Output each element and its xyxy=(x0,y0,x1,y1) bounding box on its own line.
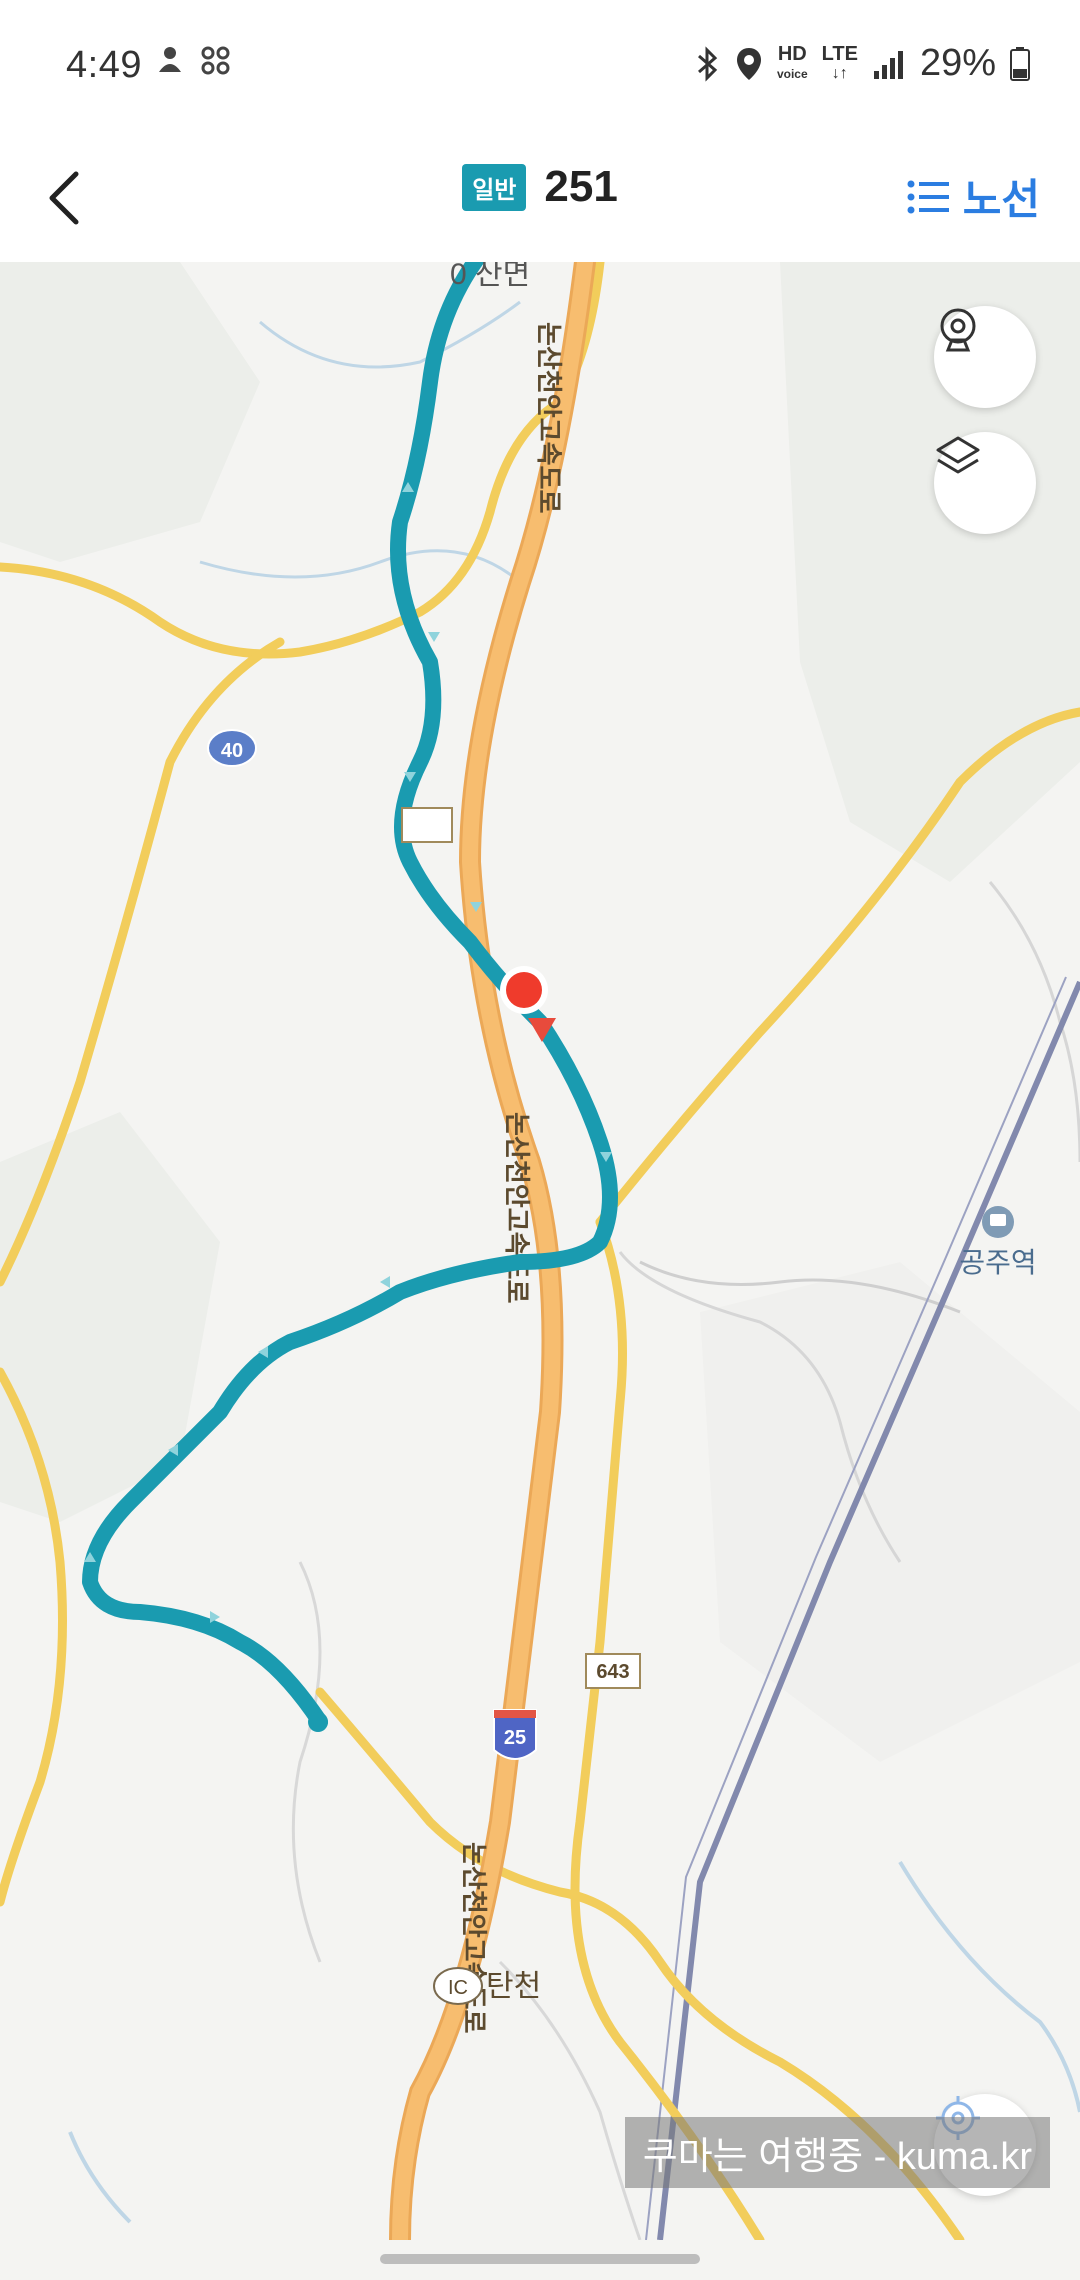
stream xyxy=(898,1860,1080,2113)
list-icon xyxy=(907,180,949,213)
bus-position-marker[interactable] xyxy=(500,966,556,1042)
route-type-badge: 일반 xyxy=(462,163,527,211)
hd-label: HD xyxy=(777,42,807,65)
user-icon xyxy=(159,47,181,72)
battery-icon xyxy=(1010,46,1030,81)
home-handle[interactable] xyxy=(380,2254,700,2264)
svg-text:25: 25 xyxy=(504,1727,526,1749)
grid-icon xyxy=(201,46,230,75)
status-bar: 4:49 HD voice LTE ↓↑ 29% xyxy=(0,0,1080,140)
voice-label: voice xyxy=(776,66,808,81)
bluetooth-icon xyxy=(697,45,718,82)
terrain-patch xyxy=(0,262,260,562)
shield-25: 25 xyxy=(493,1709,537,1760)
svg-text:IC: IC xyxy=(448,1977,468,1999)
app-bar: 일반 251 노선 xyxy=(0,140,1080,263)
status-right-icons: HD voice LTE ↓↑ 29% xyxy=(695,42,1030,85)
signal-icon xyxy=(873,50,903,79)
map-view[interactable]: 논산천안고속도로 논산천안고속도로 논산천안고속도로 40 25 643 공주역… xyxy=(0,262,1080,2240)
route-list-button[interactable]: 노선 xyxy=(907,166,1040,227)
minor-road xyxy=(498,1960,642,2240)
expressway xyxy=(389,262,596,2240)
minor-road xyxy=(988,881,1080,1163)
station-icon xyxy=(982,1206,1014,1238)
route-list-label: 노선 xyxy=(962,176,1040,223)
status-time: 4:49 xyxy=(66,44,142,86)
cctv-button[interactable] xyxy=(934,306,1036,408)
watermark: 쿠마는 여행중 - kuma.kr xyxy=(624,2117,1050,2188)
shield-40: 40 xyxy=(207,729,257,767)
hd-voice-icon: HD voice xyxy=(776,42,808,83)
road-marker xyxy=(401,807,453,843)
expressway-label: 논산천안고속도로 xyxy=(534,322,564,513)
stream xyxy=(259,300,521,369)
place-label: 탄천 xyxy=(486,1970,541,2003)
shield-643: 643 xyxy=(585,1653,641,1689)
cctv-icon xyxy=(940,308,976,352)
svg-text:643: 643 xyxy=(596,1661,629,1683)
top-place-label: 0 산면 xyxy=(450,262,530,291)
minor-road xyxy=(291,1561,322,1963)
terrain-patch xyxy=(700,1262,1080,1762)
station-label: 공주역 xyxy=(959,1247,1036,1278)
location-icon xyxy=(736,47,761,80)
lte-label: LTE xyxy=(821,42,858,65)
route-arrow xyxy=(380,1276,390,1288)
map-canvas: 논산천안고속도로 논산천안고속도로 논산천안고속도로 40 25 643 공주역… xyxy=(0,262,1080,2240)
navigation-bar xyxy=(0,2240,1080,2280)
battery-percent: 29% xyxy=(919,42,996,84)
status-left-icons xyxy=(155,44,233,78)
layers-icon xyxy=(936,436,980,474)
terrain-patch xyxy=(0,1112,220,1522)
route-number: 251 xyxy=(544,162,618,211)
svg-text:40: 40 xyxy=(221,740,243,762)
layers-button[interactable] xyxy=(934,432,1036,534)
expressway-label: 논산천안고속도로 xyxy=(502,1112,532,1303)
stream xyxy=(68,2131,132,2224)
route-arrow xyxy=(428,632,440,642)
route-end-dot xyxy=(308,1712,328,1732)
ic-marker: IC xyxy=(433,1967,483,2005)
lte-icon: LTE ↓↑ xyxy=(821,42,858,82)
expressway-label: 논산천안고속도로 xyxy=(459,1842,489,2033)
